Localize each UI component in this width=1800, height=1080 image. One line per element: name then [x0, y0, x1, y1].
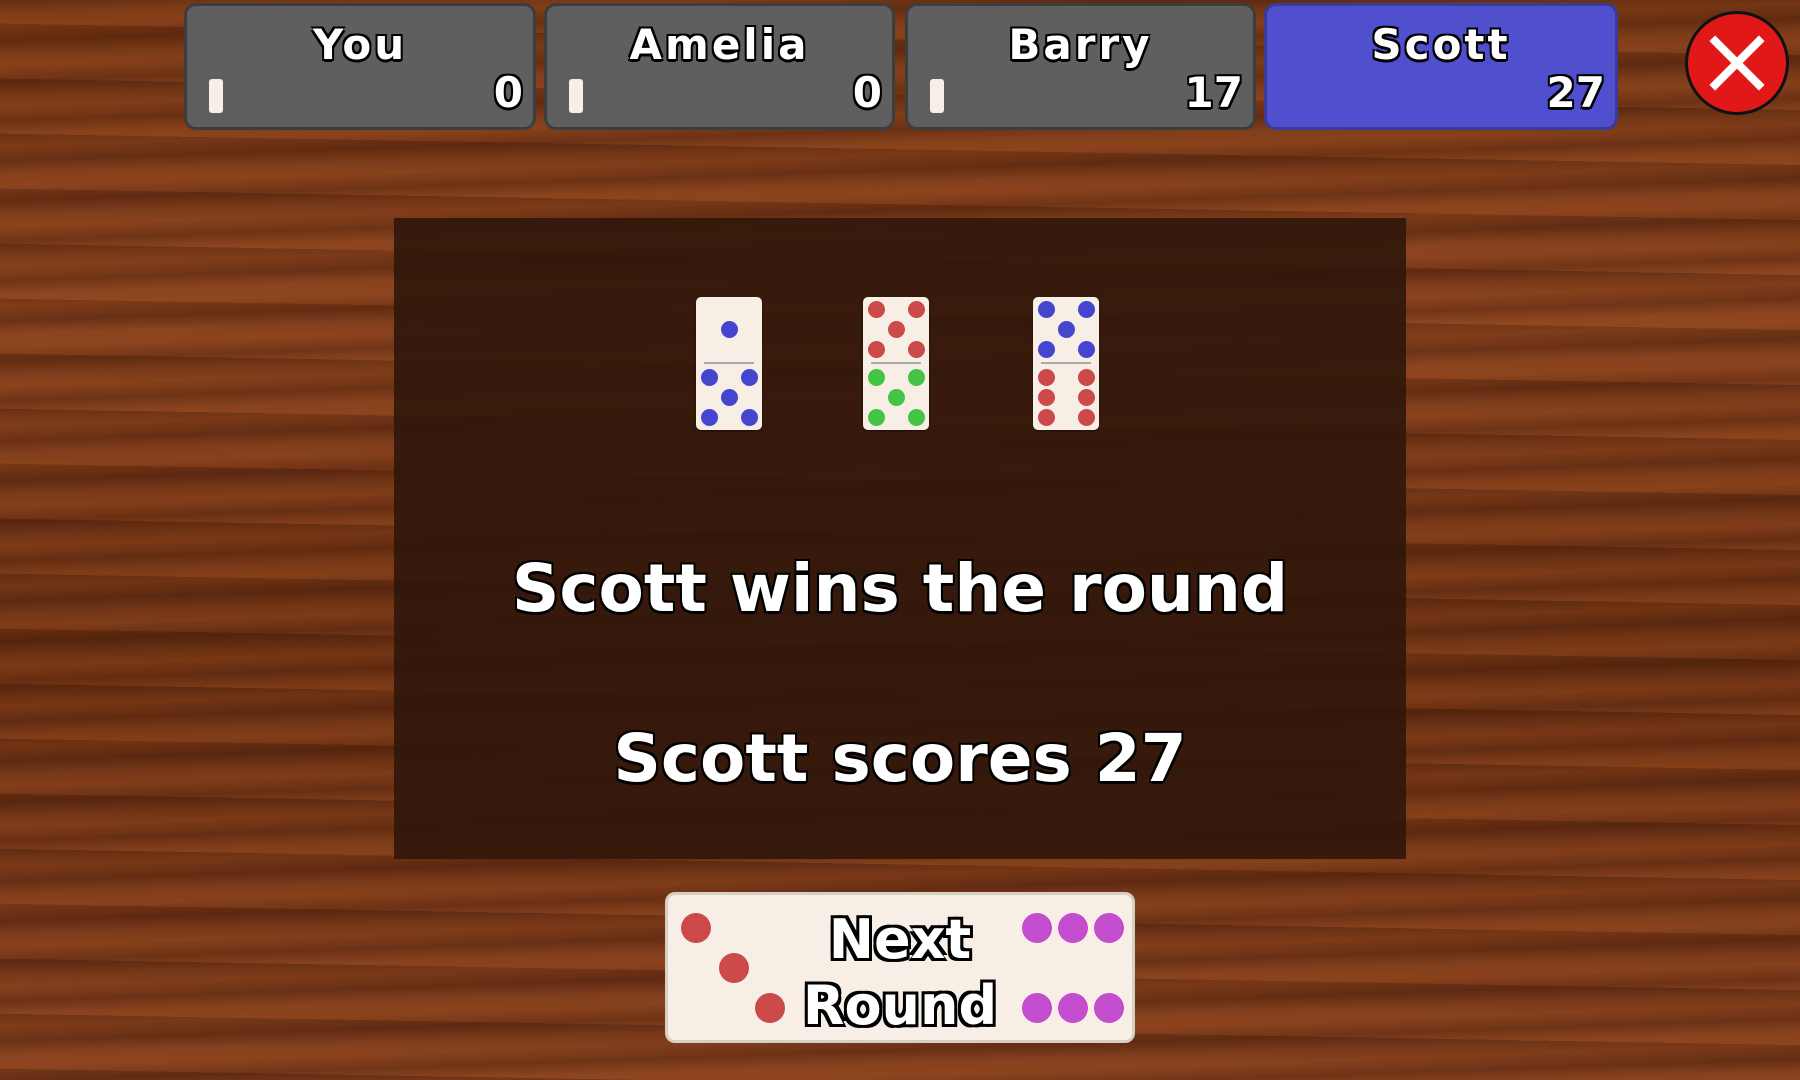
- pip: [721, 389, 738, 406]
- player-panel-scott: Scott 27: [1264, 3, 1618, 130]
- pip: [868, 369, 885, 386]
- pip: [868, 341, 885, 358]
- player-panel-amelia: Amelia 0: [544, 3, 895, 130]
- pip: [741, 409, 758, 426]
- pip: [1058, 913, 1088, 943]
- pip: [701, 409, 718, 426]
- pip: [1038, 409, 1055, 426]
- player-name: Amelia: [629, 20, 810, 69]
- tile-count-icon: [930, 79, 944, 113]
- pip: [908, 301, 925, 318]
- pip: [868, 301, 885, 318]
- domino-divider: [871, 362, 921, 364]
- pip: [1078, 341, 1095, 358]
- round-score-message: Scott scores 27: [613, 720, 1187, 797]
- pip: [1094, 913, 1124, 943]
- player-panel-barry: Barry 17: [905, 3, 1256, 130]
- pip: [908, 409, 925, 426]
- domino-half: [863, 365, 929, 429]
- pip: [719, 953, 749, 983]
- player-name: Barry: [1008, 20, 1153, 69]
- domino-half: [863, 297, 929, 361]
- player-score: 17: [1184, 68, 1243, 117]
- pip: [908, 341, 925, 358]
- pip: [1038, 369, 1055, 386]
- domino-half: [1033, 297, 1099, 361]
- domino-divider: [704, 362, 754, 364]
- pip: [908, 369, 925, 386]
- domino-tile: [1033, 297, 1099, 430]
- pip: [1022, 993, 1052, 1023]
- pip: [888, 389, 905, 406]
- next-round-button[interactable]: Next Round: [665, 892, 1135, 1043]
- domino-divider: [1041, 362, 1091, 364]
- player-panel-you: You 0: [184, 3, 536, 130]
- pip: [681, 913, 711, 943]
- pip: [1038, 301, 1055, 318]
- pip: [1058, 993, 1088, 1023]
- domino-half: [1033, 365, 1099, 429]
- pip: [1078, 409, 1095, 426]
- pip: [721, 321, 738, 338]
- pip: [1038, 341, 1055, 358]
- close-button[interactable]: [1685, 11, 1789, 115]
- pip: [1094, 993, 1124, 1023]
- domino-tile: [863, 297, 929, 430]
- domino-half: [696, 365, 762, 429]
- pip: [701, 369, 718, 386]
- player-score: 0: [852, 68, 882, 117]
- pip: [868, 409, 885, 426]
- player-name: You: [312, 20, 408, 69]
- pip: [888, 321, 905, 338]
- pip: [1022, 913, 1052, 943]
- pip: [1078, 389, 1095, 406]
- pip: [1038, 389, 1055, 406]
- domino-tile: [696, 297, 762, 430]
- domino-half: [696, 297, 762, 361]
- round-winner-message: Scott wins the round: [511, 550, 1289, 627]
- pip: [755, 993, 785, 1023]
- pip: [1058, 321, 1075, 338]
- pip: [1078, 301, 1095, 318]
- player-name: Scott: [1371, 20, 1511, 69]
- pip: [1078, 369, 1095, 386]
- pip: [741, 369, 758, 386]
- player-score: 0: [493, 68, 523, 117]
- player-score: 27: [1546, 68, 1605, 117]
- tile-count-icon: [209, 79, 223, 113]
- tile-count-icon: [569, 79, 583, 113]
